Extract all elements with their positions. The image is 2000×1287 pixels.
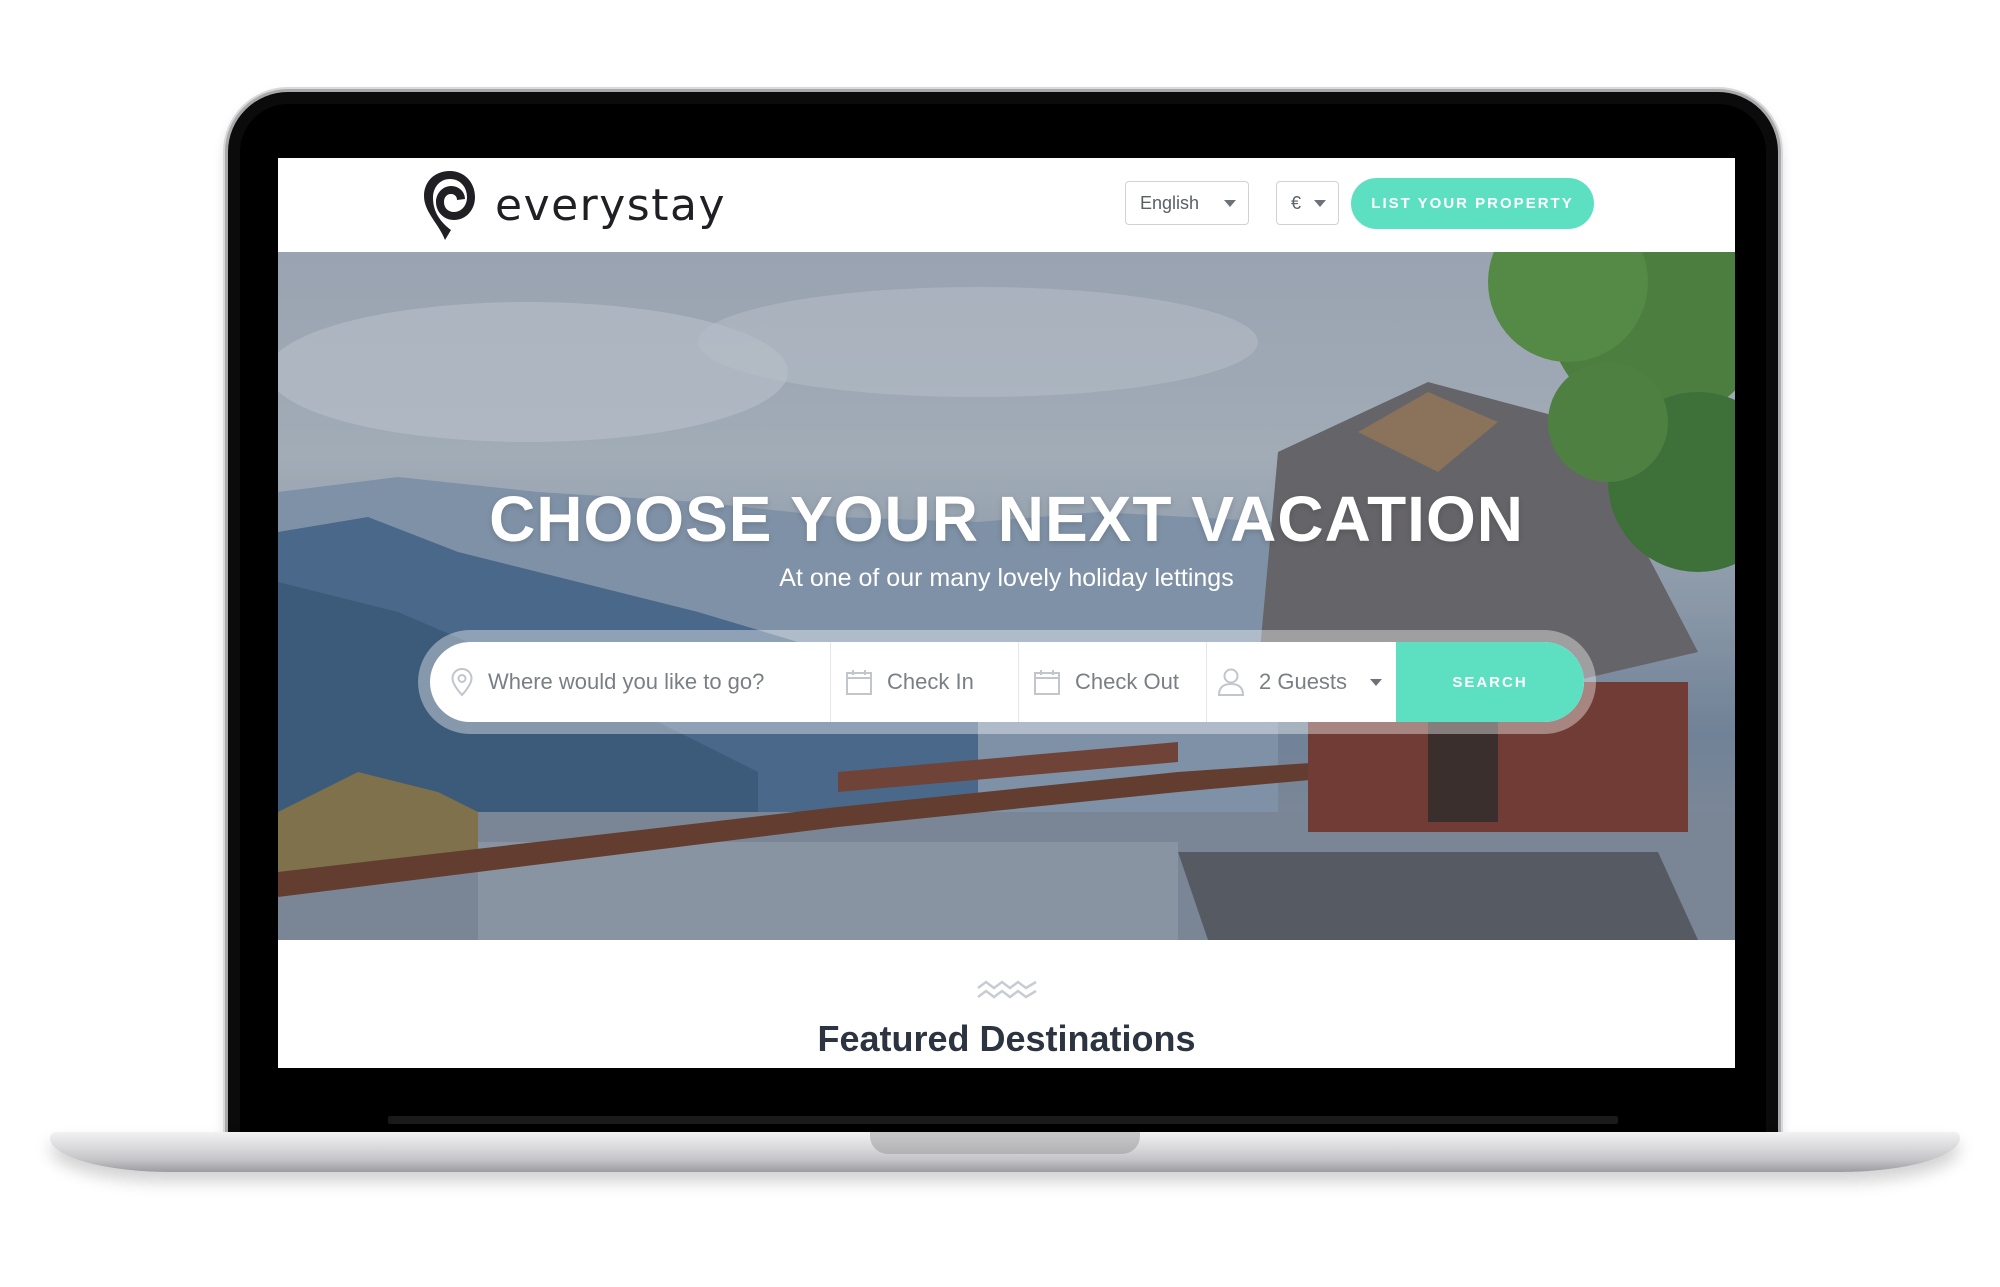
check-in-label: Check In xyxy=(887,669,974,694)
check-out-field[interactable]: Check Out xyxy=(1019,642,1207,722)
language-select[interactable]: English xyxy=(1125,181,1249,225)
guests-select[interactable]: 2 Guests xyxy=(1207,642,1396,722)
check-in-field[interactable]: Check In xyxy=(831,642,1019,722)
list-property-button[interactable]: LIST YOUR PROPERTY xyxy=(1351,178,1594,229)
laptop-notch xyxy=(870,1132,1140,1154)
hero-background-image xyxy=(278,252,1735,940)
hero-subtitle: At one of our many lovely holiday lettin… xyxy=(779,564,1234,592)
brand-logo[interactable]: everystay xyxy=(421,168,726,242)
laptop-bezel xyxy=(388,1116,1618,1124)
user-icon xyxy=(1217,668,1245,696)
currency-value: € xyxy=(1291,192,1302,213)
hero-section: CHOOSE YOUR NEXT VACATION At one of our … xyxy=(278,252,1735,940)
search-button[interactable]: SEARCH xyxy=(1396,642,1584,722)
hero-title: CHOOSE YOUR NEXT VACATION xyxy=(489,483,1524,555)
featured-section: Featured Destinations xyxy=(278,940,1735,1068)
destination-field[interactable]: Where would you like to go? xyxy=(430,642,831,722)
chevron-down-icon xyxy=(1370,679,1382,686)
featured-title: Featured Destinations xyxy=(817,1018,1196,1059)
check-out-label: Check Out xyxy=(1075,669,1179,694)
destination-input[interactable]: Where would you like to go? xyxy=(488,669,764,695)
logo-icon xyxy=(424,171,475,240)
brand-name: everystay xyxy=(495,179,726,231)
search-container: Where would you like to go? Check In Che… xyxy=(418,630,1596,734)
currency-select[interactable]: € xyxy=(1276,181,1339,225)
calendar-icon xyxy=(1034,670,1060,695)
chevron-down-icon xyxy=(1314,200,1326,207)
guests-value: 2 Guests xyxy=(1259,669,1348,694)
search-bar: Where would you like to go? Check In Che… xyxy=(430,642,1584,722)
laptop-screen: everystay English € LIST YOUR PROPERTY C… xyxy=(278,158,1735,1068)
language-value: English xyxy=(1140,192,1200,213)
site-header: everystay English € LIST YOUR PROPERTY xyxy=(278,158,1735,252)
calendar-icon xyxy=(846,670,872,695)
chevron-down-icon xyxy=(1224,200,1236,207)
map-pin-icon xyxy=(451,667,473,697)
waves-icon xyxy=(977,980,1037,999)
